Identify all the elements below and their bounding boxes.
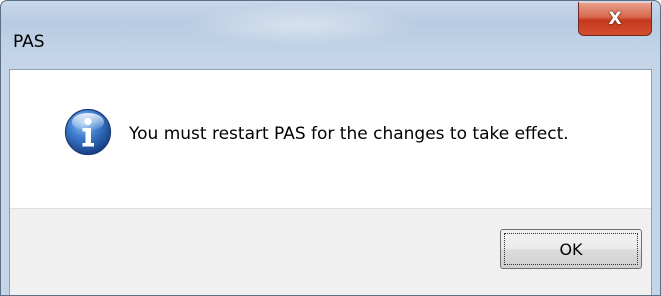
title-glow bbox=[181, 5, 421, 45]
message-area: You must restart PAS for the changes to … bbox=[10, 70, 651, 208]
button-bar: OK bbox=[10, 208, 651, 295]
message-dialog: PAS X You must restart PAS for the chang… bbox=[0, 0, 661, 296]
ok-button[interactable]: OK bbox=[500, 229, 642, 269]
close-icon: X bbox=[608, 8, 622, 29]
dialog-client-area: You must restart PAS for the changes to … bbox=[9, 69, 652, 295]
title-bar[interactable]: PAS X bbox=[1, 1, 660, 69]
dialog-message: You must restart PAS for the changes to … bbox=[129, 124, 569, 144]
close-button[interactable]: X bbox=[578, 2, 652, 36]
info-icon bbox=[64, 108, 112, 156]
window-title: PAS bbox=[13, 32, 45, 52]
